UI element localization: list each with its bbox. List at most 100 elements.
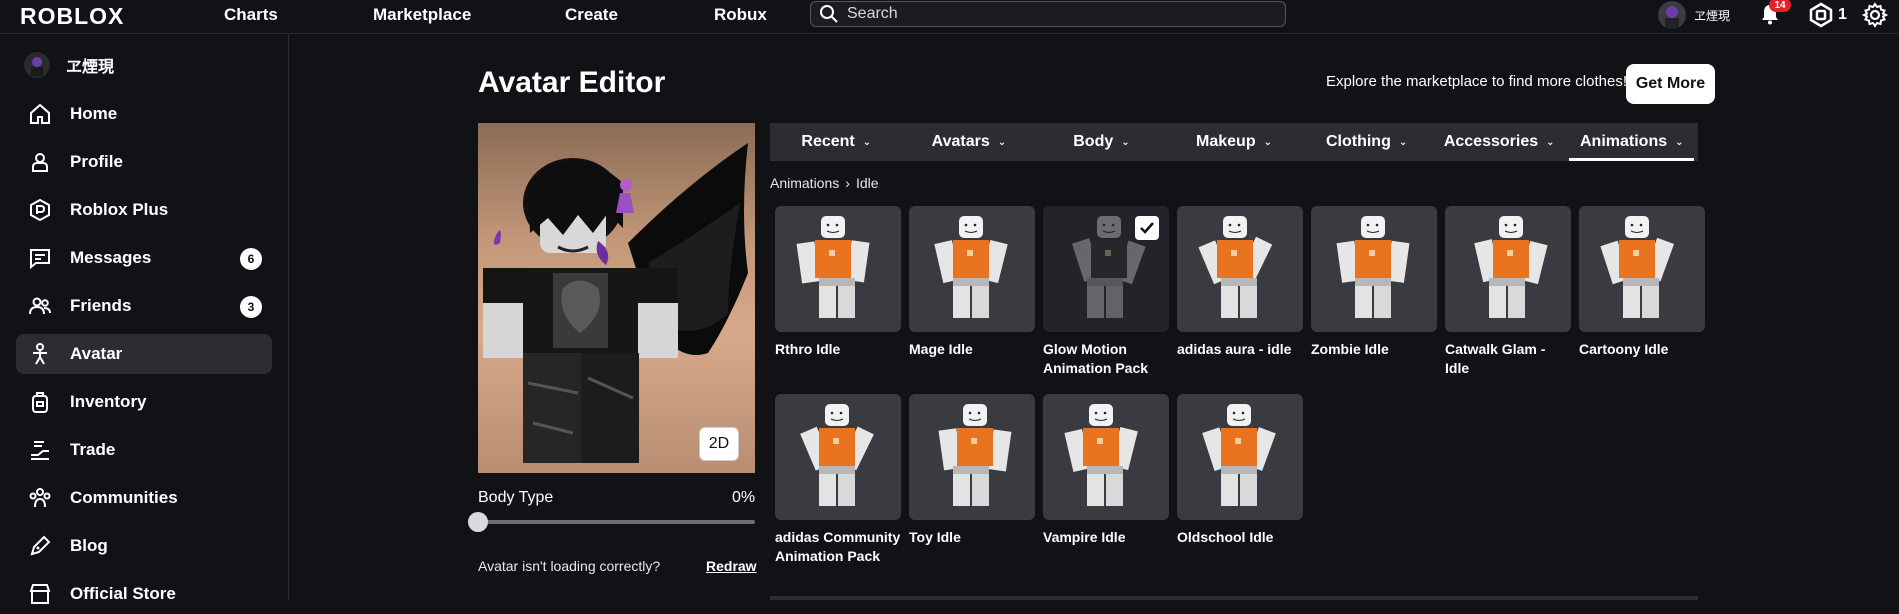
sidebar-item-label: Profile (70, 152, 123, 171)
avatar-preview[interactable]: 2D (478, 123, 755, 473)
item-name[interactable]: Cartoony Idle (1579, 340, 1705, 359)
item-card[interactable]: adidas Community Animation Pack (775, 394, 901, 566)
sidebar-item-avatar[interactable]: Avatar (16, 334, 272, 374)
roblox-logo[interactable]: ROBLOX (20, 3, 124, 30)
item-name[interactable]: Rthro Idle (775, 340, 901, 359)
tab-label: Accessories (1443, 133, 1539, 150)
body-type-slider[interactable] (478, 520, 755, 524)
item-thumbnail[interactable] (1177, 394, 1303, 520)
avatar-render (483, 143, 748, 463)
grid-bottom-border (770, 596, 1698, 600)
item-name[interactable]: adidas aura - idle (1177, 340, 1303, 359)
item-card[interactable]: Cartoony Idle (1579, 206, 1705, 359)
item-thumbnail[interactable] (775, 206, 901, 332)
item-thumbnail[interactable] (1311, 206, 1437, 332)
top-username[interactable]: ヱ煙現 (1694, 7, 1730, 24)
top-bar: ROBLOX Charts Marketplace Create Robux ヱ… (0, 0, 1899, 34)
item-card[interactable]: Zombie Idle (1311, 206, 1437, 359)
sidebar-item-label: Avatar (70, 344, 123, 363)
nav-marketplace[interactable]: Marketplace (373, 5, 471, 25)
user-avatar[interactable] (1658, 1, 1686, 29)
sidebar-item-blog[interactable]: Blog (16, 526, 272, 566)
animation-figure (1600, 216, 1675, 318)
sidebar-item-roblox-plus[interactable]: Roblox Plus (16, 190, 272, 230)
friends-icon (29, 297, 51, 315)
page-title: Avatar Editor (478, 66, 666, 99)
sidebar-user[interactable]: ヱ煙現 (24, 52, 114, 78)
search-bar[interactable] (810, 1, 1286, 27)
item-thumbnail[interactable] (1043, 394, 1169, 520)
sidebar-item-communities[interactable]: Communities (16, 478, 272, 518)
item-name[interactable]: Vampire Idle (1043, 528, 1169, 547)
item-name[interactable]: Catwalk Glam - Idle (1445, 340, 1571, 378)
tab-makeup[interactable]: Makeup ⌄ (1168, 123, 1301, 161)
sidebar-item-inventory[interactable]: Inventory (16, 382, 272, 422)
item-thumbnail[interactable] (1177, 206, 1303, 332)
robux-icon (1809, 2, 1833, 28)
tab-animations[interactable]: Animations ⌄ (1565, 123, 1698, 161)
item-card[interactable]: Glow Motion Animation Pack (1043, 206, 1169, 378)
tab-clothing[interactable]: Clothing ⌄ (1300, 123, 1433, 161)
nav-create[interactable]: Create (565, 5, 618, 25)
robux-button[interactable]: 1 (1808, 2, 1847, 28)
item-card[interactable]: Vampire Idle (1043, 394, 1169, 547)
item-name[interactable]: Oldschool Idle (1177, 528, 1303, 547)
sidebar-item-home[interactable]: Home (16, 94, 272, 134)
item-thumbnail[interactable] (775, 394, 901, 520)
sidebar: ヱ煙現 Home Profile Roblox Plus Messages 6 … (0, 34, 289, 604)
item-thumbnail[interactable] (1043, 206, 1169, 332)
item-thumbnail[interactable] (1445, 206, 1571, 332)
sidebar-item-label: Communities (70, 488, 178, 507)
animation-figure (1064, 404, 1138, 506)
search-input[interactable] (847, 5, 1267, 23)
item-thumbnail[interactable] (909, 206, 1035, 332)
animation-figure (1474, 216, 1548, 318)
breadcrumb-idle: Idle (855, 175, 879, 191)
item-card[interactable]: Toy Idle (909, 394, 1035, 547)
notifications-button[interactable]: 14 (1758, 0, 1791, 28)
chevron-right-icon: › (845, 175, 850, 191)
sidebar-item-official-store[interactable]: Official Store (16, 574, 272, 614)
nav-charts[interactable]: Charts (224, 5, 278, 25)
item-name[interactable]: Mage Idle (909, 340, 1035, 359)
tab-accessories[interactable]: Accessories ⌄ (1433, 123, 1566, 161)
item-name[interactable]: Glow Motion Animation Pack (1043, 340, 1169, 378)
body-type-slider-thumb[interactable] (468, 512, 488, 532)
tab-label: Animations (1580, 133, 1668, 150)
item-thumbnail[interactable] (1579, 206, 1705, 332)
body-type-value: 0% (732, 489, 756, 506)
item-card[interactable]: Mage Idle (909, 206, 1035, 359)
toggle-2d-button[interactable]: 2D (699, 427, 739, 461)
item-name[interactable]: adidas Community Animation Pack (775, 528, 901, 566)
tab-body[interactable]: Body ⌄ (1035, 123, 1168, 161)
chevron-down-icon: ⌄ (1263, 136, 1272, 148)
tab-label: Avatars (931, 133, 990, 150)
sidebar-item-friends[interactable]: Friends 3 (16, 286, 272, 326)
tab-label: Makeup (1196, 133, 1256, 150)
category-tabs: Recent ⌄ Avatars ⌄ Body ⌄ Makeup ⌄ Clothing ⌄… (770, 123, 1698, 161)
item-card[interactable]: Rthro Idle (775, 206, 901, 359)
get-more-button[interactable]: Get More (1626, 64, 1715, 104)
sidebar-item-profile[interactable]: Profile (16, 142, 272, 182)
item-card[interactable]: adidas aura - idle (1177, 206, 1303, 359)
tab-recent[interactable]: Recent ⌄ (770, 123, 903, 161)
tab-avatars[interactable]: Avatars ⌄ (903, 123, 1036, 161)
sidebar-item-label: Official Store (70, 584, 176, 603)
messages-count-badge: 6 (240, 248, 262, 270)
item-card[interactable]: Oldschool Idle (1177, 394, 1303, 547)
animation-figure (934, 216, 1008, 318)
breadcrumb-animations[interactable]: Animations (770, 175, 839, 191)
sidebar-item-trade[interactable]: Trade (16, 430, 272, 470)
item-card[interactable]: Catwalk Glam - Idle (1445, 206, 1571, 378)
item-name[interactable]: Zombie Idle (1311, 340, 1437, 359)
trade-icon (31, 441, 49, 460)
nav-robux[interactable]: Robux (714, 5, 767, 25)
item-thumbnail[interactable] (909, 394, 1035, 520)
redraw-link[interactable]: Redraw (706, 558, 757, 574)
animation-figure (1198, 216, 1273, 318)
sidebar-item-messages[interactable]: Messages 6 (16, 238, 272, 278)
gear-icon[interactable] (1862, 2, 1888, 28)
tab-label: Recent (801, 133, 855, 150)
item-name[interactable]: Toy Idle (909, 528, 1035, 547)
home-icon (30, 103, 50, 124)
